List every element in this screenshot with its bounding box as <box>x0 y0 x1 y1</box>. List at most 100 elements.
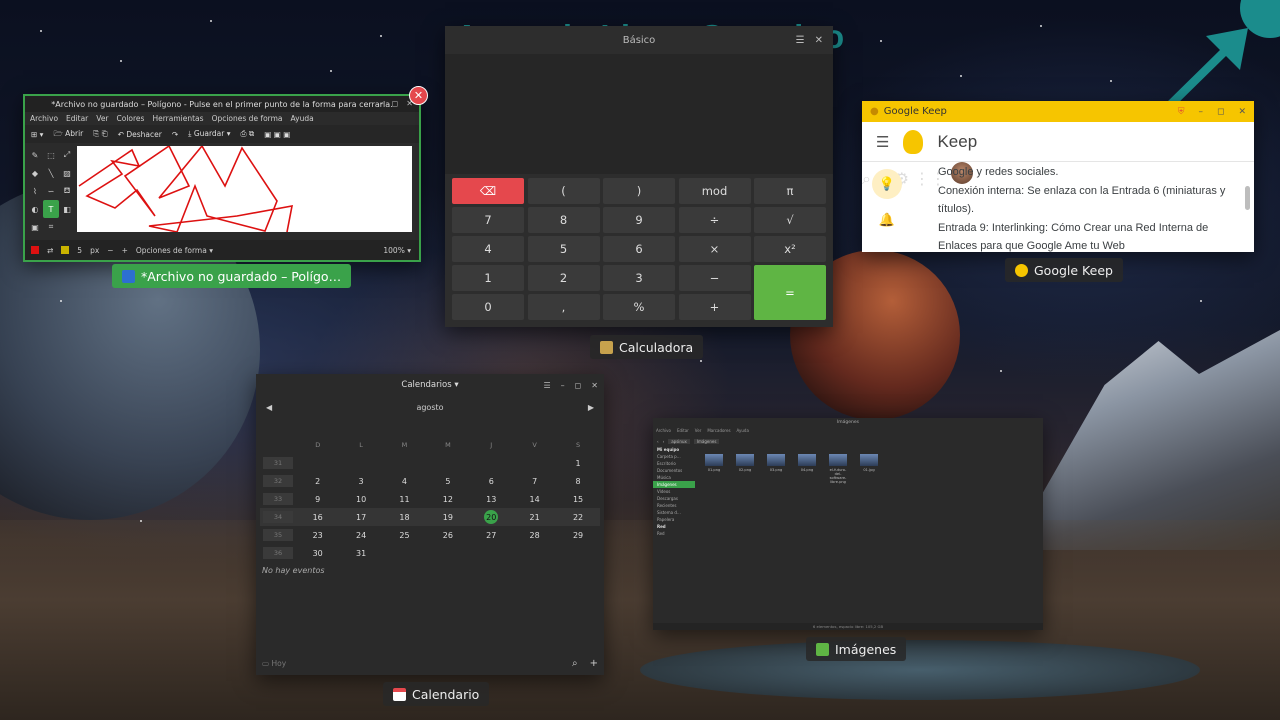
menu-item[interactable]: Ver <box>695 428 702 436</box>
calendar-day[interactable]: 23 <box>296 531 339 540</box>
calendar-day[interactable]: 21 <box>513 513 556 522</box>
minimize-button[interactable]: – <box>561 381 565 390</box>
keep-note-content[interactable]: Google y redes sociales. Conexión intern… <box>938 163 1238 252</box>
digit-0-key[interactable]: 0 <box>452 294 524 320</box>
calendar-day[interactable]: 13 <box>470 495 513 504</box>
undo-button[interactable]: ↶ Deshacer <box>118 130 162 139</box>
path-crumb[interactable]: apsinux <box>668 438 690 444</box>
digit-2-key[interactable]: 2 <box>527 265 600 291</box>
hamburger-menu-icon[interactable]: ☰ <box>876 133 889 151</box>
open-paren-key[interactable]: ( <box>527 178 600 204</box>
digit-6-key[interactable]: 6 <box>603 236 675 262</box>
today-button[interactable]: ▭ Hoy <box>262 659 286 668</box>
calendar-day[interactable]: 6 <box>470 477 513 486</box>
copy-icon[interactable]: ⎘ ⎗ <box>93 129 107 139</box>
color-pick-icon[interactable]: ⇄ <box>47 246 53 255</box>
menu-icon[interactable]: ☰ <box>796 35 805 46</box>
print-icon[interactable]: ⎙ ⧉ <box>241 129 255 139</box>
select-tool-icon[interactable]: ⬚ <box>43 146 59 164</box>
maximize-button[interactable]: ◻ <box>575 381 582 390</box>
image-tool-icon[interactable]: ▨ <box>59 164 75 182</box>
brush-tool-icon[interactable]: ⌇ <box>27 182 43 200</box>
keep-titlebar[interactable]: ● Google Keep ⛨ – ◻ ✕ <box>862 101 1254 122</box>
calendar-day[interactable]: 14 <box>513 495 556 504</box>
calendar-day[interactable]: 8 <box>556 477 599 486</box>
calendar-day[interactable]: 3 <box>339 477 382 486</box>
drawing-window[interactable]: *Archivo no guardado – Polígono - Pulse … <box>23 94 421 262</box>
secondary-color-swatch[interactable] <box>61 246 70 254</box>
file-item[interactable]: 01.jpg <box>858 454 880 484</box>
sidebar-item[interactable]: Música <box>653 474 695 481</box>
size-value[interactable]: 5 <box>77 246 82 255</box>
minimize-button[interactable]: – <box>380 99 384 108</box>
add-key[interactable]: + <box>678 294 751 320</box>
calendar-day[interactable]: 29 <box>556 531 599 540</box>
calendar-window[interactable]: Calendarios ▾ ☰ – ◻ ✕ ◀ agosto ▶ D L M M… <box>256 374 604 675</box>
sidebar-item[interactable]: Sistema d… <box>653 509 695 516</box>
calendar-day[interactable]: 17 <box>339 513 382 522</box>
rect-select-icon[interactable]: ▣ <box>27 218 43 236</box>
resize-tool-icon[interactable]: ⤢ <box>59 146 75 164</box>
zoom-dropdown[interactable]: 100% ▾ <box>383 246 411 255</box>
maximize-button[interactable]: ◻ <box>1217 107 1224 117</box>
calendar-day[interactable]: 11 <box>383 495 426 504</box>
calendar-window-label[interactable]: Calendario <box>383 682 490 706</box>
main-color-swatch[interactable] <box>31 246 39 254</box>
menu-item[interactable]: Editar <box>677 428 689 436</box>
digit-8-key[interactable]: 8 <box>527 207 600 233</box>
file-item[interactable]: el-futuro-del-software-libre.png <box>827 454 849 484</box>
calculator-window-label[interactable]: Calculadora <box>590 335 704 359</box>
menu-editar[interactable]: Editar <box>66 114 88 123</box>
files-window-label[interactable]: Imágenes <box>806 637 907 661</box>
keep-window[interactable]: ● Google Keep ⛨ – ◻ ✕ ☰ Keep ⌕ ↻ ⚙ ⋮⋮ 💡 … <box>862 101 1254 252</box>
menu-archivo[interactable]: Archivo <box>30 114 58 123</box>
sidebar-item[interactable]: Mi equipo <box>653 446 695 453</box>
calendar-day[interactable]: 16 <box>296 513 339 522</box>
reminders-bell-icon[interactable]: 🔔 <box>872 205 902 235</box>
brave-shield-icon[interactable]: ⛨ <box>1178 107 1185 117</box>
search-icon[interactable]: ⌕ <box>862 169 871 188</box>
calendar-day[interactable]: 26 <box>426 531 469 540</box>
calendar-day[interactable]: 12 <box>426 495 469 504</box>
close-button[interactable]: ✕ <box>1238 107 1246 117</box>
calendar-day[interactable]: 19 <box>426 513 469 522</box>
digit-4-key[interactable]: 4 <box>452 236 524 262</box>
notes-bulb-icon[interactable]: 💡 <box>872 169 902 199</box>
calendar-day[interactable]: 10 <box>339 495 382 504</box>
menu-ver[interactable]: Ver <box>96 114 108 123</box>
line-tool-icon[interactable]: ╲ <box>43 164 59 182</box>
calendar-day[interactable]: 24 <box>339 531 382 540</box>
sqrt-key[interactable]: √ <box>754 207 826 233</box>
sidebar-item[interactable]: Escritorio <box>653 460 695 467</box>
divide-key[interactable]: ÷ <box>678 207 751 233</box>
digit-3-key[interactable]: 3 <box>603 265 675 291</box>
fill-tool-icon[interactable]: ⛾ <box>59 182 75 200</box>
redo-icon[interactable]: ↷ <box>172 130 178 139</box>
layout-icons[interactable]: ▣ ▣ ▣ <box>264 130 290 139</box>
menu-colores[interactable]: Colores <box>117 114 145 123</box>
next-month-icon[interactable]: ▶ <box>588 403 594 412</box>
new-icon[interactable]: ⊞ ▾ <box>31 130 43 139</box>
files-window[interactable]: Imágenes Archivo Editar Ver Marcadores A… <box>653 418 1043 630</box>
size-decrease-button[interactable]: − <box>107 246 113 255</box>
sidebar-item[interactable]: Red <box>653 530 695 537</box>
mod-key[interactable]: mod <box>678 178 751 204</box>
sidebar-item[interactable]: Carpeta p… <box>653 453 695 460</box>
calculator-titlebar[interactable]: Básico ☰ ✕ <box>445 26 833 54</box>
decimal-key[interactable]: , <box>527 294 600 320</box>
digit-5-key[interactable]: 5 <box>527 236 600 262</box>
eraser-tool-icon[interactable]: ◆ <box>27 164 43 182</box>
pi-key[interactable]: π <box>754 178 826 204</box>
calendar-day[interactable]: 5 <box>426 477 469 486</box>
drawing-canvas[interactable] <box>77 144 412 233</box>
menu-ayuda[interactable]: Ayuda <box>291 114 314 123</box>
menu-item[interactable]: Marcadores <box>707 428 730 436</box>
text-tool-icon[interactable]: T <box>43 200 59 218</box>
multiply-key[interactable]: × <box>678 236 751 262</box>
menu-icon[interactable]: ☰ <box>543 381 550 390</box>
calendar-day[interactable]: 1 <box>556 459 599 468</box>
sidebar-item[interactable]: Vídeos <box>653 488 695 495</box>
calendar-day[interactable]: 27 <box>470 531 513 540</box>
calendar-day[interactable]: 28 <box>513 531 556 540</box>
prev-month-icon[interactable]: ◀ <box>266 403 272 412</box>
